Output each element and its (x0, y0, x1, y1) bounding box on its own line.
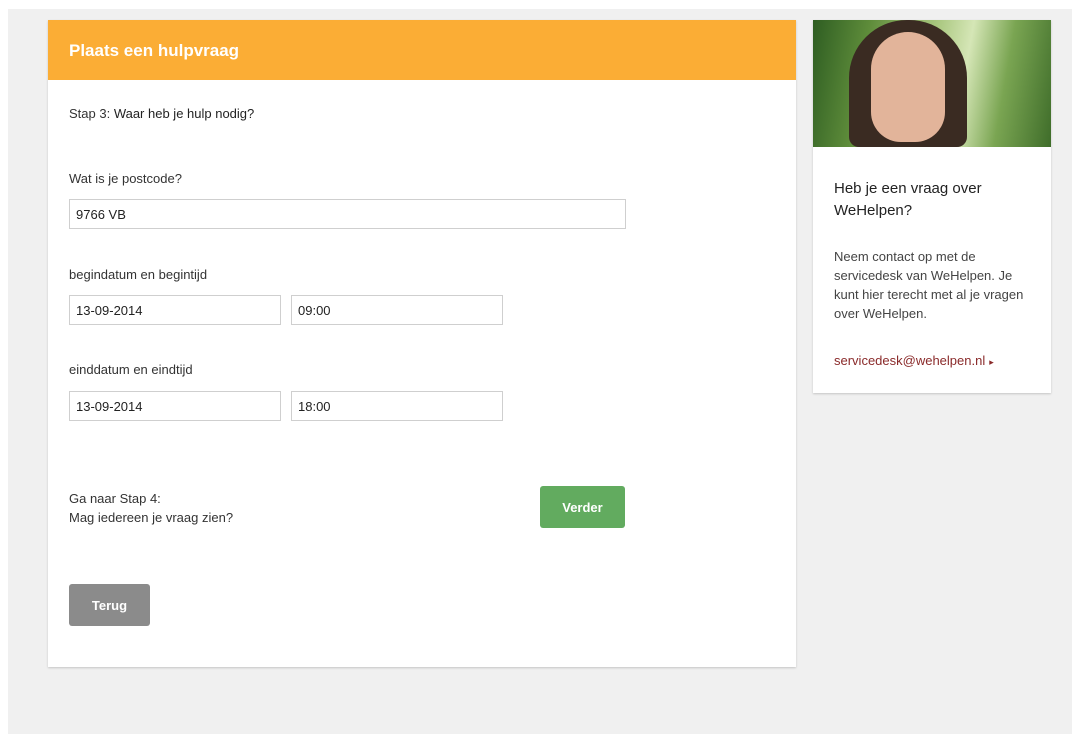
servicedesk-email-text: servicedesk@wehelpen.nl (834, 353, 986, 368)
end-datetime-label: einddatum en eindtijd (69, 362, 193, 377)
next-step-line-2: Mag iedereen je vraag zien? (69, 510, 234, 525)
start-date-input[interactable] (69, 295, 281, 325)
next-button[interactable]: Verder (540, 486, 625, 528)
step-indicator: Stap 3: Waar heb je hulp nodig? (69, 106, 254, 121)
step-prefix: Stap 3: (69, 106, 114, 121)
sidebar-title: Heb je een vraag over WeHelpen? (834, 180, 982, 219)
servicedesk-email-link[interactable]: servicedesk@wehelpen.nl ▸ (834, 353, 994, 368)
help-request-form: Plaats een hulpvraag Stap 3: Waar heb je… (48, 20, 796, 667)
start-datetime-label: begindatum en begintijd (69, 267, 208, 282)
servicedesk-photo (813, 20, 1051, 147)
postcode-input[interactable] (69, 199, 626, 229)
back-button[interactable]: Terug (69, 584, 150, 626)
link-arrow-icon: ▸ (989, 357, 994, 367)
start-time-input[interactable] (291, 295, 503, 325)
sidebar-text: Neem contact op met de servicedesk van W… (834, 249, 1024, 321)
help-sidebar: Heb je een vraag over WeHelpen? Neem con… (813, 20, 1051, 393)
photo-face-shape (871, 32, 945, 142)
next-step-description: Ga naar Stap 4: Mag iedereen je vraag zi… (69, 489, 233, 527)
end-time-input[interactable] (291, 391, 503, 421)
form-title: Plaats een hulpvraag (69, 41, 240, 60)
step-title: Waar heb je hulp nodig? (113, 106, 255, 121)
end-date-input[interactable] (69, 391, 281, 421)
form-header: Plaats een hulpvraag (48, 20, 796, 80)
postcode-label: Wat is je postcode? (69, 171, 182, 186)
next-step-line-1: Ga naar Stap 4: (69, 491, 161, 506)
